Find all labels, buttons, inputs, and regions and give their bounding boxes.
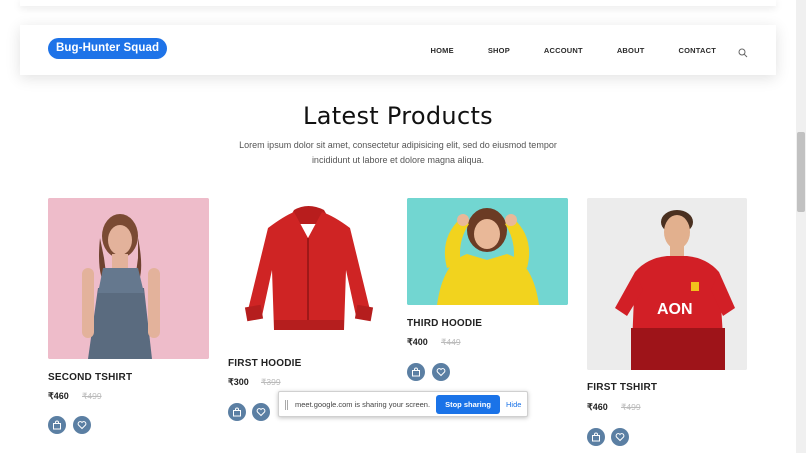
section-title: Latest Products [303, 102, 493, 130]
product-price: ₹460 [587, 402, 608, 412]
drag-handle-icon[interactable] [285, 400, 288, 410]
woman-in-yellow-hoodie-image [407, 198, 568, 305]
bag-icon [233, 407, 241, 417]
product-old-price: ₹499 [621, 402, 641, 412]
nav-home[interactable]: HOME [431, 46, 454, 55]
product-image-second-tshirt[interactable] [48, 198, 209, 359]
nav-shop[interactable]: SHOP [488, 46, 510, 55]
add-to-cart-button[interactable] [587, 428, 605, 446]
wishlist-button[interactable] [611, 428, 629, 446]
product-price: ₹300 [228, 377, 249, 387]
product-price: ₹400 [407, 337, 428, 347]
heart-icon [436, 368, 446, 377]
stop-sharing-button[interactable]: Stop sharing [436, 395, 500, 414]
wishlist-button[interactable] [432, 363, 450, 381]
product-image-third-hoodie[interactable] [407, 198, 568, 305]
section-description: Lorem ipsum dolor sit amet, consectetur … [0, 138, 796, 168]
nav-links: HOME SHOP ACCOUNT ABOUT CONTACT [431, 25, 748, 75]
add-to-cart-button[interactable] [407, 363, 425, 381]
description-line-2: incididunt ut labore et dolore magna ali… [311, 155, 485, 165]
bag-icon [412, 367, 420, 377]
svg-text:AON: AON [657, 301, 693, 318]
heart-icon [615, 433, 625, 442]
heart-icon [77, 421, 87, 430]
screen-share-bar: meet.google.com is sharing your screen. … [278, 391, 528, 417]
product-old-price: ₹449 [441, 337, 461, 347]
scrollbar-thumb[interactable] [797, 132, 805, 212]
add-to-cart-button[interactable] [48, 416, 66, 434]
add-to-cart-button[interactable] [228, 403, 246, 421]
share-message: meet.google.com is sharing your screen. [295, 400, 431, 409]
brand-logo[interactable]: Bug-Hunter Squad [48, 38, 168, 59]
product-old-price: ₹499 [82, 391, 102, 401]
nav-about[interactable]: ABOUT [617, 46, 645, 55]
nav-contact[interactable]: CONTACT [678, 46, 716, 55]
search-icon[interactable] [738, 45, 748, 58]
top-bar-remnant [20, 0, 776, 6]
woman-in-denim-dress-image [48, 198, 209, 359]
bag-icon [592, 432, 600, 442]
nav-account[interactable]: ACCOUNT [544, 46, 583, 55]
wishlist-button[interactable] [73, 416, 91, 434]
product-old-price: ₹399 [261, 377, 281, 387]
scrollbar[interactable] [796, 0, 806, 453]
product-image-first-tshirt[interactable]: AON [587, 198, 747, 370]
red-hoodie-image [228, 198, 389, 341]
hide-button[interactable]: Hide [506, 400, 521, 409]
wishlist-button[interactable] [252, 403, 270, 421]
description-line-1: Lorem ipsum dolor sit amet, consectetur … [239, 140, 557, 150]
product-name[interactable]: FIRST HOODIE [228, 358, 302, 369]
navbar: Bug-Hunter Squad HOME SHOP ACCOUNT ABOUT… [20, 25, 776, 75]
heart-icon [256, 408, 266, 417]
product-name[interactable]: FIRST TSHIRT [587, 382, 657, 393]
product-price: ₹460 [48, 391, 69, 401]
product-name[interactable]: THIRD HOODIE [407, 318, 482, 329]
man-in-red-jersey-image: AON [587, 198, 747, 370]
bag-icon [53, 420, 61, 430]
product-name[interactable]: SECOND TSHIRT [48, 372, 132, 383]
product-image-first-hoodie[interactable] [228, 198, 389, 341]
